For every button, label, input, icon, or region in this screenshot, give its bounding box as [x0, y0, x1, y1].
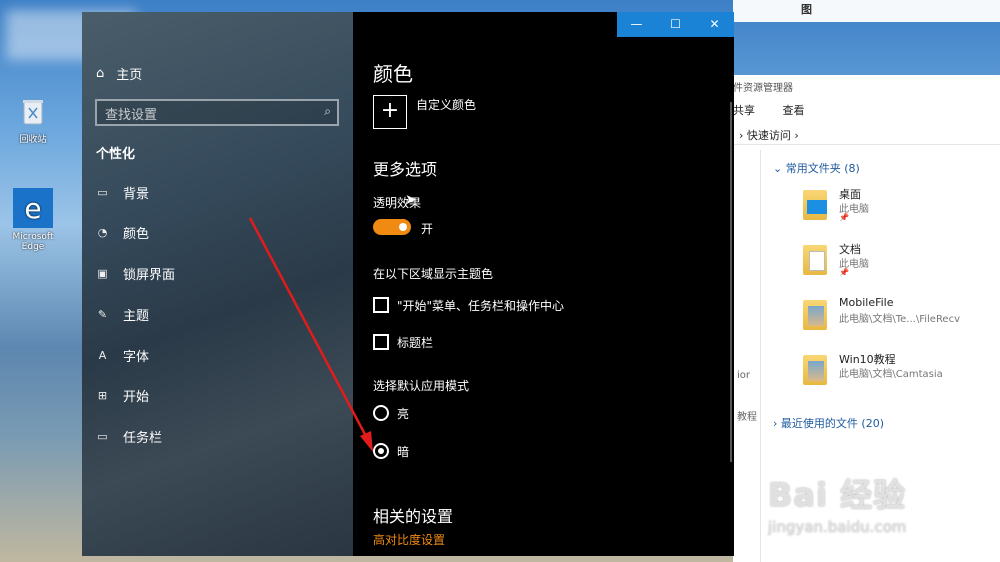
explorer-nav-pane: ior 教程	[733, 150, 761, 562]
search-icon: ⌕	[324, 104, 331, 118]
sidebar-item-fonts[interactable]: A 字体	[96, 346, 149, 365]
recent-files-header[interactable]: › 最近使用的文件 (20)	[773, 415, 884, 431]
sidebar-section-title: 个性化	[96, 147, 136, 162]
dark-mode-label[interactable]: 暗	[397, 443, 409, 460]
lockscreen-icon: ▣	[97, 267, 108, 280]
light-mode-radio[interactable]	[373, 405, 389, 421]
ribbon-tab-view[interactable]: 查看	[783, 104, 805, 117]
explorer-title: 件资源管理器	[733, 83, 793, 94]
desktop-folder-icon	[803, 190, 827, 220]
background-window-title-fragment: 图	[801, 3, 812, 16]
watermark-main: Bai 经验	[768, 476, 907, 514]
explorer-address-bar[interactable]: › 快速访问 ›	[733, 123, 1000, 145]
ribbon-tab-share[interactable]: 共享	[733, 104, 755, 117]
edge-shortcut[interactable]: e Microsoft Edge	[2, 188, 64, 252]
picture-icon: ▭	[97, 186, 108, 199]
nav-home-label: 主页	[116, 68, 143, 83]
transparency-toggle[interactable]	[373, 219, 411, 235]
app-mode-label: 选择默认应用模式	[373, 379, 470, 393]
maximize-button[interactable]: ☐	[656, 12, 695, 37]
mouse-cursor-icon: ➤	[405, 192, 417, 208]
palette-icon: ◔	[97, 226, 108, 239]
sidebar-item-colors[interactable]: ◔ 颜色	[96, 223, 149, 242]
theme-icon: ✎	[97, 308, 108, 321]
add-custom-color-button[interactable]: +	[373, 95, 407, 129]
documents-folder-icon	[803, 245, 827, 275]
sidebar-item-background[interactable]: ▭ 背景	[96, 183, 149, 202]
search-placeholder: 查找设置	[105, 108, 158, 123]
font-icon: A	[98, 349, 107, 362]
recycle-bin-shortcut[interactable]: 回收站	[2, 96, 64, 145]
folder-icon	[803, 355, 827, 385]
nav-home[interactable]: ⌂ 主页	[96, 64, 142, 83]
start-icon: ⊞	[97, 389, 108, 402]
folder-item[interactable]: 桌面 此电脑 📌	[803, 186, 1000, 230]
svg-text:e: e	[24, 192, 41, 225]
background-window-strip: 图	[733, 0, 1000, 22]
settings-search-input[interactable]: 查找设置 ⌕	[95, 99, 339, 126]
sidebar-item-taskbar[interactable]: ▭ 任务栏	[96, 427, 162, 446]
light-mode-label[interactable]: 亮	[397, 405, 409, 422]
nav-fragment[interactable]: ior	[737, 370, 750, 381]
recycle-bin-icon	[17, 96, 49, 128]
start-taskbar-label[interactable]: "开始"菜单、任务栏和操作中心	[397, 297, 564, 314]
folder-item[interactable]: Win10教程 此电脑\文档\Camtasia	[803, 351, 1000, 395]
close-button[interactable]: ✕	[695, 12, 734, 37]
settings-sidebar: ⌂ 主页 查找设置 ⌕ 个性化 ▭ 背景 ◔ 颜色 ▣ 锁屏界面 ✎ 主题 A …	[82, 12, 353, 556]
folder-item[interactable]: MobileFile 此电脑\文档\Te...\FileRecv	[803, 296, 1000, 340]
start-taskbar-checkbox[interactable]	[373, 297, 389, 313]
explorer-ribbon: 共享 查看	[733, 102, 829, 118]
accent-surfaces-label: 在以下区域显示主题色	[373, 267, 494, 281]
window-controls: — ☐ ✕	[617, 12, 734, 37]
edge-label: Microsoft Edge	[12, 232, 54, 252]
folder-icon	[803, 300, 827, 330]
recycle-bin-label: 回收站	[19, 135, 47, 145]
more-options-heading: 更多选项	[373, 160, 438, 179]
titlebar-label[interactable]: 标题栏	[397, 334, 433, 351]
baidu-watermark: Bai 经验 jingyan.baidu.com	[768, 470, 906, 536]
page-title: 颜色	[373, 62, 413, 86]
pin-icon: 📌	[839, 268, 849, 277]
taskbar-icon: ▭	[97, 430, 108, 443]
sidebar-item-lockscreen[interactable]: ▣ 锁屏界面	[96, 264, 175, 283]
pin-icon: 📌	[839, 213, 849, 222]
watermark-url: jingyan.baidu.com	[768, 518, 907, 536]
plus-icon: +	[380, 98, 400, 123]
titlebar-checkbox[interactable]	[373, 334, 389, 350]
custom-color-label[interactable]: 自定义颜色	[416, 96, 476, 113]
settings-window: ⌂ 主页 查找设置 ⌕ 个性化 ▭ 背景 ◔ 颜色 ▣ 锁屏界面 ✎ 主题 A …	[82, 12, 734, 556]
dark-mode-radio[interactable]	[373, 443, 389, 459]
related-settings-heading: 相关的设置	[373, 507, 454, 526]
minimize-button[interactable]: —	[617, 12, 656, 37]
sidebar-item-themes[interactable]: ✎ 主题	[96, 305, 149, 324]
transparency-state: 开	[421, 222, 434, 236]
nav-fragment[interactable]: 教程	[737, 408, 757, 423]
scrollbar[interactable]	[730, 102, 732, 462]
sidebar-item-start[interactable]: ⊞ 开始	[96, 386, 149, 405]
frequent-folders-header[interactable]: ⌄ 常用文件夹 (8)	[773, 160, 860, 176]
high-contrast-link[interactable]: 高对比度设置	[373, 531, 445, 548]
home-icon: ⌂	[96, 66, 105, 81]
edge-icon: e	[13, 188, 53, 228]
folder-item[interactable]: 文档 此电脑 📌	[803, 241, 1000, 285]
settings-content: — ☐ ✕ 颜色 + 自定义颜色 更多选项 透明效果 ➤ 开 在以下区域显示主题…	[353, 12, 734, 556]
